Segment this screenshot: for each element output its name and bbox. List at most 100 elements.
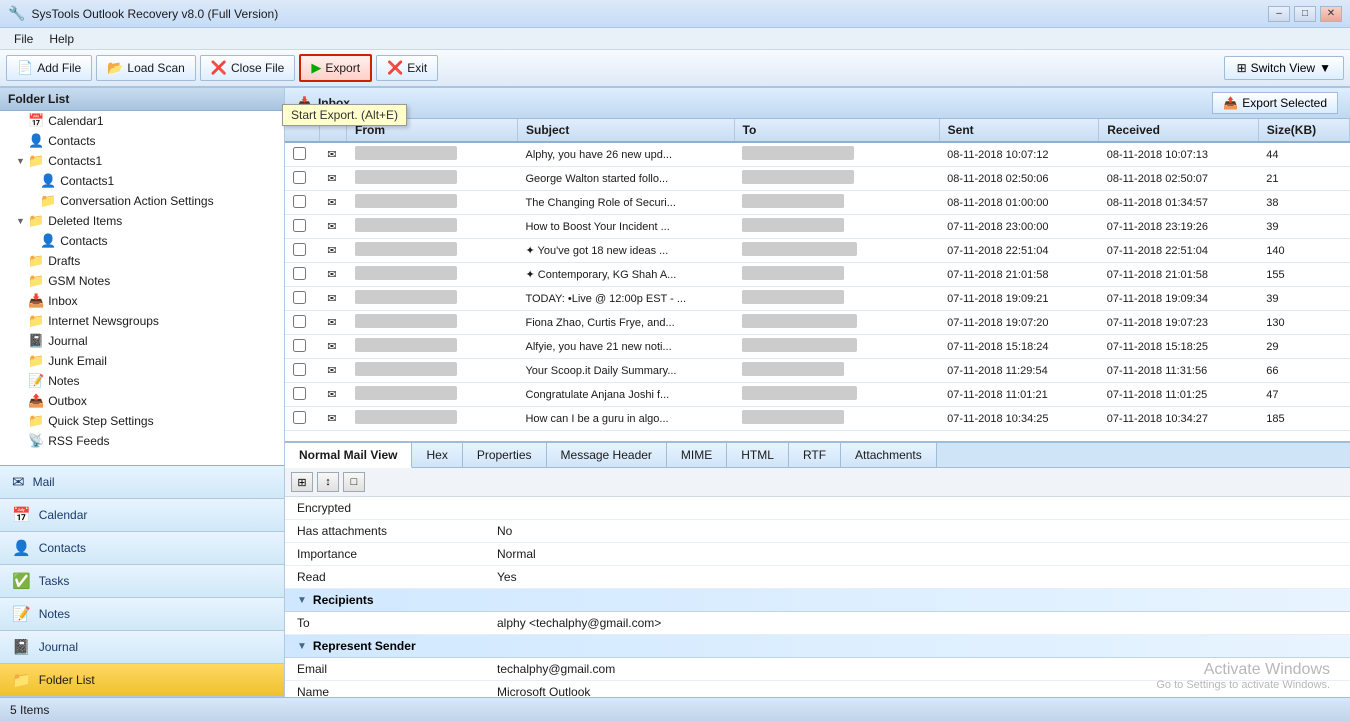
add-file-button[interactable]: 📄 Add File	[6, 55, 92, 81]
row-from: ████████████	[347, 239, 518, 263]
outbox-icon: 📤	[28, 393, 44, 409]
table-row[interactable]: ✉ ████████████ Congratulate Anjana Joshi…	[285, 383, 1350, 407]
col-size[interactable]: Size(KB)	[1258, 119, 1349, 142]
nav-calendar[interactable]: 📅 Calendar	[0, 499, 284, 532]
tab-normal-mail-view[interactable]: Normal Mail View	[285, 443, 412, 468]
row-size: 47	[1258, 383, 1349, 407]
col-subject[interactable]: Subject	[517, 119, 734, 142]
export-icon: ▶	[311, 60, 321, 76]
row-checkbox[interactable]	[285, 383, 319, 407]
row-sent: 07-11-2018 10:34:25	[939, 407, 1099, 431]
tab-message-header[interactable]: Message Header	[547, 443, 667, 467]
nav-folder-list[interactable]: 📁 Folder List	[0, 664, 284, 697]
tab-html[interactable]: HTML	[727, 443, 789, 467]
recipients-section-header[interactable]: ▼ Recipients	[285, 589, 1350, 612]
table-row[interactable]: ✉ ████████████ Fiona Zhao, Curtis Frye, …	[285, 311, 1350, 335]
table-row[interactable]: ✉ ████████████ ✦ You've got 18 new ideas…	[285, 239, 1350, 263]
row-checkbox[interactable]	[285, 142, 319, 167]
row-subject: George Walton started follo...	[517, 167, 734, 191]
tree-item-deleted-contacts[interactable]: 👤 Contacts	[0, 231, 284, 251]
nav-journal[interactable]: 📓 Journal	[0, 631, 284, 664]
title-bar: 🔧 SysTools Outlook Recovery v8.0 (Full V…	[0, 0, 1350, 28]
export-selected-button[interactable]: 📤 Export Selected	[1212, 92, 1338, 114]
tree-item-deleted-items[interactable]: ▼ 📁 Deleted Items	[0, 211, 284, 231]
row-checkbox[interactable]	[285, 215, 319, 239]
col-to[interactable]: To	[734, 119, 939, 142]
tree-item-junk-email[interactable]: 📁 Junk Email	[0, 351, 284, 371]
tree-item-internet-newsgroups[interactable]: 📁 Internet Newsgroups	[0, 311, 284, 331]
watermark: Activate Windows Go to Settings to activ…	[1156, 661, 1330, 691]
row-checkbox[interactable]	[285, 263, 319, 287]
nav-notes[interactable]: 📝 Notes	[0, 598, 284, 631]
tab-mime[interactable]: MIME	[667, 443, 727, 467]
row-checkbox[interactable]	[285, 311, 319, 335]
tree-item-notes[interactable]: 📝 Notes	[0, 371, 284, 391]
export-selected-icon: 📤	[1223, 96, 1238, 110]
preview-tool-grid[interactable]: ⊞	[291, 472, 313, 492]
prop-encrypted-value	[485, 497, 1350, 520]
row-subject: Congratulate Anjana Joshi f...	[517, 383, 734, 407]
tree-item-outbox[interactable]: 📤 Outbox	[0, 391, 284, 411]
row-checkbox[interactable]	[285, 359, 319, 383]
tree-item-contacts1-sub[interactable]: 👤 Contacts1	[0, 171, 284, 191]
tree-item-drafts[interactable]: 📁 Drafts	[0, 251, 284, 271]
folder-tree: 📅 Calendar1 👤 Contacts ▼ 📁 Contacts1 👤 C…	[0, 111, 284, 465]
folder-icon: 📁	[28, 153, 44, 169]
tab-rtf[interactable]: RTF	[789, 443, 841, 467]
preview-tool-sort[interactable]: ↕	[317, 472, 339, 492]
table-row[interactable]: ✉ ████████████ How to Boost Your Inciden…	[285, 215, 1350, 239]
row-checkbox[interactable]	[285, 335, 319, 359]
tab-properties[interactable]: Properties	[463, 443, 547, 467]
row-checkbox[interactable]	[285, 407, 319, 431]
table-row[interactable]: ✉ ████████████ George Walton started fol…	[285, 167, 1350, 191]
row-checkbox[interactable]	[285, 239, 319, 263]
table-row[interactable]: ✉ ████████████ Alfyie, you have 21 new n…	[285, 335, 1350, 359]
table-row[interactable]: ✉ ████████████ Alphy, you have 26 new up…	[285, 142, 1350, 167]
tree-item-calendar1[interactable]: 📅 Calendar1	[0, 111, 284, 131]
row-checkbox[interactable]	[285, 287, 319, 311]
row-mail-icon: ✉	[319, 167, 346, 191]
menu-help[interactable]: Help	[41, 30, 82, 48]
row-sent: 08-11-2018 02:50:06	[939, 167, 1099, 191]
tree-item-gsm-notes[interactable]: 📁 GSM Notes	[0, 271, 284, 291]
table-row[interactable]: ✉ ████████████ The Changing Role of Secu…	[285, 191, 1350, 215]
nav-tasks[interactable]: ✅ Tasks	[0, 565, 284, 598]
tree-item-journal[interactable]: 📓 Journal	[0, 331, 284, 351]
tree-item-quick-step[interactable]: 📁 Quick Step Settings	[0, 411, 284, 431]
table-row[interactable]: ✉ ████████████ How can I be a guru in al…	[285, 407, 1350, 431]
tab-hex[interactable]: Hex	[412, 443, 462, 467]
tree-item-conversation-action[interactable]: 📁 Conversation Action Settings	[0, 191, 284, 211]
col-received[interactable]: Received	[1099, 119, 1259, 142]
tree-item-contacts1[interactable]: ▼ 📁 Contacts1	[0, 151, 284, 171]
table-row[interactable]: ✉ ████████████ Your Scoop.it Daily Summa…	[285, 359, 1350, 383]
close-button[interactable]: ✕	[1320, 6, 1342, 22]
col-sent[interactable]: Sent	[939, 119, 1099, 142]
export-button[interactable]: ▶ Export	[299, 54, 372, 82]
row-sent: 08-11-2018 10:07:12	[939, 142, 1099, 167]
row-checkbox[interactable]	[285, 191, 319, 215]
row-received: 07-11-2018 19:07:23	[1099, 311, 1259, 335]
nav-mail[interactable]: ✉ Mail	[0, 466, 284, 499]
close-file-button[interactable]: ❌ Close File	[200, 55, 296, 81]
switch-view-button[interactable]: ⊞ Switch View ▼	[1224, 56, 1344, 80]
minimize-button[interactable]: –	[1268, 6, 1290, 22]
tree-item-contacts[interactable]: 👤 Contacts	[0, 131, 284, 151]
row-checkbox[interactable]	[285, 167, 319, 191]
menu-file[interactable]: File	[6, 30, 41, 48]
table-row[interactable]: ✉ ████████████ TODAY: •Live @ 12:00p EST…	[285, 287, 1350, 311]
table-row[interactable]: ✉ ████████████ ✦ Contemporary, KG Shah A…	[285, 263, 1350, 287]
nav-contacts[interactable]: 👤 Contacts	[0, 532, 284, 565]
exit-button[interactable]: ❌ Exit	[376, 55, 438, 81]
preview-tool-expand[interactable]: □	[343, 472, 365, 492]
tab-attachments[interactable]: Attachments	[841, 443, 937, 467]
prop-to-label: To	[285, 612, 485, 635]
prop-to: To alphy <techalphy@gmail.com>	[285, 612, 1350, 635]
load-scan-button[interactable]: 📂 Load Scan	[96, 55, 196, 81]
property-table: Encrypted Has attachments No Importance …	[285, 497, 1350, 589]
represent-sender-section-header[interactable]: ▼ Represent Sender	[285, 635, 1350, 658]
maximize-button[interactable]: □	[1294, 6, 1316, 22]
row-sent: 07-11-2018 23:00:00	[939, 215, 1099, 239]
tree-item-rss-feeds[interactable]: 📡 RSS Feeds	[0, 431, 284, 451]
tree-item-inbox[interactable]: 📥 Inbox	[0, 291, 284, 311]
folder-list-header: Folder List	[0, 88, 284, 111]
